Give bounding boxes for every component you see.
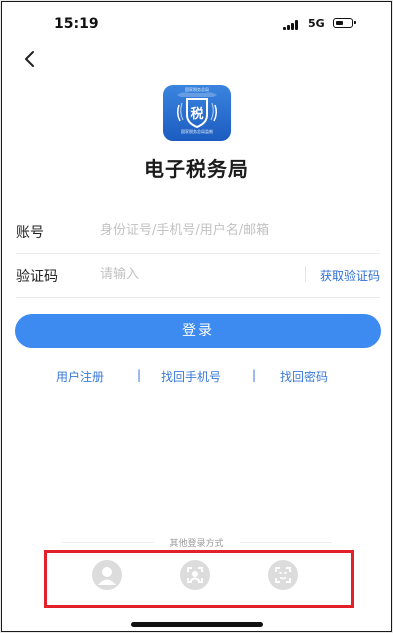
status-time: 15:19 [54, 16, 99, 32]
divider [305, 266, 306, 282]
other-login-title: 其他登录方式 [169, 539, 224, 549]
recover-phone-link[interactable]: 找回手机号 [161, 368, 221, 385]
home-indicator [131, 622, 263, 627]
register-link[interactable]: 用户注册 [56, 368, 104, 385]
phone-screen: 15:19 5G 税 国家税务总局 国家税务总局监制 电子税务局 账号 身份证号… [1, 1, 392, 632]
divider [240, 542, 332, 543]
account-links: 用户注册 | 找回手机号 | 找回密码 [2, 368, 391, 384]
battery-icon [333, 18, 356, 28]
logo-bottom-text: 国家税务总局监制 [181, 129, 213, 134]
app-logo: 税 国家税务总局 国家税务总局监制 [163, 85, 231, 141]
network-type: 5G [308, 17, 325, 30]
verification-code-label: 验证码 [16, 269, 58, 285]
logo-top-text: 国家税务总局 [185, 87, 209, 92]
back-button[interactable] [18, 44, 42, 74]
chevron-left-icon [25, 51, 34, 67]
get-code-button[interactable]: 获取验证码 [320, 267, 380, 284]
link-separator: | [252, 368, 257, 382]
account-row: 账号 [16, 209, 380, 254]
status-bar: 15:19 5G [2, 2, 391, 42]
highlight-box [44, 550, 354, 608]
login-button[interactable]: 登录 [15, 314, 381, 348]
page-title: 电子税务局 [144, 157, 249, 181]
account-input[interactable] [100, 219, 376, 241]
signal-icon [283, 20, 301, 30]
verification-code-row: 验证码 获取验证码 [16, 253, 380, 298]
account-label: 账号 [16, 225, 44, 241]
verification-code-input[interactable] [100, 263, 296, 285]
logo-glyph: 税 [190, 106, 203, 122]
recover-password-link[interactable]: 找回密码 [280, 368, 328, 385]
link-separator: | [137, 368, 142, 382]
